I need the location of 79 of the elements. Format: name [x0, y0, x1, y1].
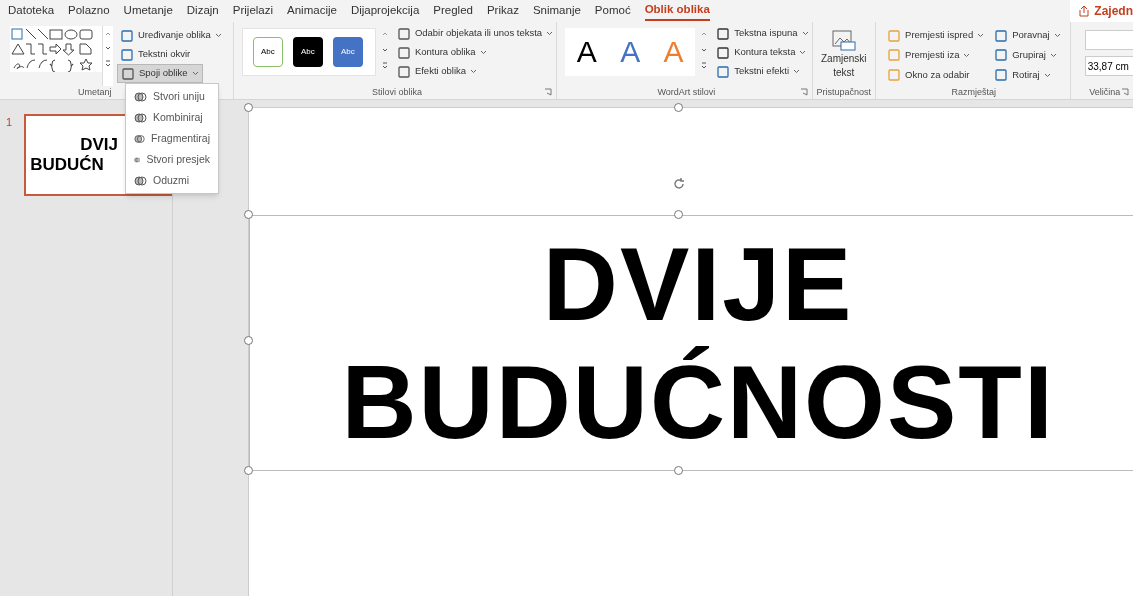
- menu-tab[interactable]: Prijelazi: [232, 1, 274, 21]
- shapes-icon: [134, 174, 147, 187]
- resize-handle[interactable]: [244, 466, 254, 475]
- slide-title: BUDUĆNOSTI: [341, 343, 1055, 461]
- caret-icon: [1049, 52, 1057, 58]
- share-button[interactable]: Zajedn: [1070, 0, 1133, 22]
- menu-tab[interactable]: Umetanje: [123, 1, 173, 21]
- menu-tab[interactable]: Snimanje: [532, 1, 581, 21]
- ribbon-button[interactable]: Uređivanje oblika: [117, 26, 225, 45]
- group-label: Pristupačnost: [816, 85, 872, 99]
- ribbon-button[interactable]: Spoji oblike: [117, 64, 203, 83]
- ribbon-button[interactable]: Tekstni efekti: [713, 62, 804, 81]
- shapes-icon: [134, 132, 146, 145]
- ribbon-button[interactable]: Grupiraj: [991, 45, 1064, 65]
- caret-icon: [1043, 72, 1051, 78]
- dialog-launcher-icon: [544, 88, 553, 97]
- ribbon-button[interactable]: Kontura oblika: [393, 43, 490, 62]
- group-label: Umetanj: [78, 85, 112, 99]
- menu-tab[interactable]: Polazno: [68, 1, 110, 21]
- dialog-launcher-icon: [799, 88, 808, 97]
- group-label: Razmještaj: [951, 85, 997, 99]
- caret-icon: [546, 31, 554, 36]
- shape-gallery[interactable]: [10, 26, 102, 72]
- alt-text-button[interactable]: Zamjenski tekst: [818, 22, 869, 86]
- width-input[interactable]: 33,87 cm: [1084, 56, 1133, 76]
- menu-tab[interactable]: Prikaz: [486, 1, 519, 21]
- caret-icon: [191, 71, 199, 76]
- ribbon-button[interactable]: Tekstna ispuna: [713, 24, 812, 43]
- menu-tab[interactable]: Pomoć: [594, 1, 631, 21]
- group-label: Stilovi oblika: [372, 85, 423, 99]
- menu-tab[interactable]: Pregled: [433, 1, 473, 21]
- thumbnail-text: DVIJ: [79, 135, 118, 155]
- ribbon-button[interactable]: Premjesti iza: [884, 45, 988, 65]
- shape-style-swatch[interactable]: Abc: [252, 37, 283, 67]
- ribbon-button[interactable]: Okno za odabir: [884, 65, 988, 85]
- ribbon-button[interactable]: Efekti oblika: [393, 62, 481, 81]
- menu-tab[interactable]: Animacije: [287, 1, 337, 21]
- height-input[interactable]: [1084, 30, 1133, 50]
- resize-handle[interactable]: [674, 466, 684, 475]
- caret-icon: [801, 31, 809, 36]
- shapes-icon: [134, 90, 147, 103]
- menu-item[interactable]: Stvori uniju: [126, 86, 218, 107]
- shape-style-swatch[interactable]: Abc: [292, 37, 323, 67]
- resize-handle[interactable]: [674, 210, 684, 219]
- caret-icon: [479, 50, 487, 55]
- share-icon: [1078, 5, 1091, 17]
- ribbon-button[interactable]: Poravnaj: [991, 26, 1064, 45]
- menu-tab[interactable]: Dizajn: [186, 1, 219, 21]
- caret-icon: [793, 69, 801, 74]
- selected-text-box[interactable]: DVIJE BUDUĆNOSTI: [249, 215, 1133, 471]
- menu-tab[interactable]: Dijaprojekcija: [350, 1, 420, 21]
- wordart-sample[interactable]: A: [576, 37, 597, 67]
- thumbnail-text: BUDUĆN: [30, 155, 104, 175]
- shapes-icon: [134, 111, 147, 124]
- resize-handle[interactable]: [244, 336, 254, 345]
- group-label: WordArt stilovi: [657, 85, 716, 99]
- slide-title: DVIJE: [542, 225, 854, 343]
- resize-handle[interactable]: [244, 103, 254, 112]
- wordart-sample[interactable]: A: [620, 37, 641, 67]
- group-label: Veličina: [1089, 85, 1121, 99]
- caret-icon: [214, 33, 222, 38]
- ribbon-button[interactable]: Tekstni okvir: [117, 45, 194, 64]
- ribbon-button[interactable]: Odabir objekata ili unos teksta: [393, 24, 557, 43]
- ribbon-button[interactable]: Kontura teksta: [713, 43, 810, 62]
- caret-icon: [963, 52, 971, 58]
- rotate-handle-icon[interactable]: [672, 177, 687, 191]
- ribbon-button[interactable]: Rotiraj: [991, 65, 1064, 85]
- dialog-launcher-icon: [1121, 88, 1129, 97]
- picture-text-icon: [831, 30, 856, 52]
- shape-style-swatch[interactable]: Abc: [332, 37, 363, 67]
- resize-handle[interactable]: [244, 210, 254, 219]
- caret-icon: [799, 50, 807, 55]
- caret-icon: [470, 69, 478, 74]
- resize-handle[interactable]: [674, 103, 684, 112]
- menu-tab[interactable]: Datoteka: [8, 1, 55, 21]
- ribbon-button[interactable]: Premjesti ispred: [884, 26, 988, 45]
- caret-icon: [1053, 33, 1061, 38]
- slide-number: 1: [6, 115, 13, 130]
- caret-icon: [977, 33, 985, 38]
